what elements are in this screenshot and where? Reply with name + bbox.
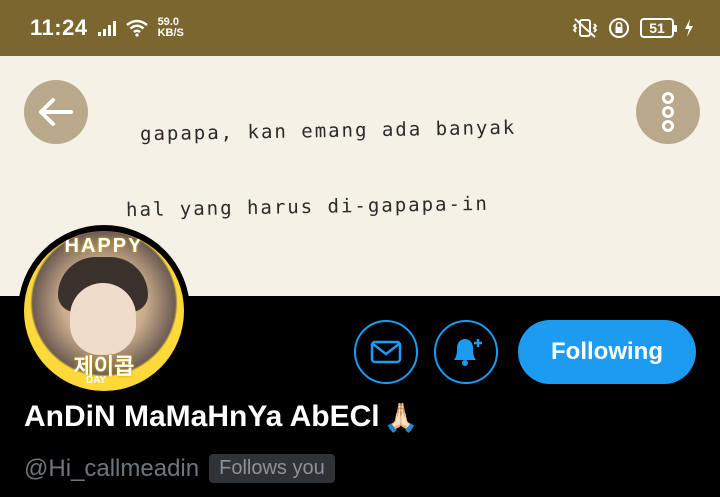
user-handle: @Hi_callmeadin xyxy=(24,454,200,482)
avatar[interactable]: HAPPY 제이콥 DAY xyxy=(18,225,190,397)
back-button[interactable] xyxy=(24,80,88,144)
banner-text-line2: hal yang harus di-gapapa-in xyxy=(125,192,490,222)
status-right: 51 xyxy=(572,17,694,39)
speed-unit: KB/S xyxy=(157,27,184,39)
avatar-day-text: DAY xyxy=(86,375,107,386)
network-speed: 59.0 KB/S xyxy=(158,17,184,39)
avatar-face xyxy=(70,283,136,355)
praying-hands-emoji: 🙏🏻 xyxy=(383,401,419,433)
avatar-happy-text: HAPPY xyxy=(64,235,144,257)
battery-level: 51 xyxy=(649,20,665,36)
follows-you-badge: Follows you xyxy=(209,454,335,483)
charging-icon xyxy=(685,19,693,37)
more-options-button[interactable] xyxy=(636,80,700,144)
banner-text-line1: gapapa, kan emang ada banyak xyxy=(139,116,517,146)
bell-plus-icon xyxy=(454,339,482,366)
clock: 11:24 xyxy=(30,15,88,40)
status-bar: 11:24 59.0 KB/S 51 xyxy=(0,0,720,56)
handle-row: @Hi_callmeadin Follows you xyxy=(24,454,335,483)
lock-rotation-icon xyxy=(609,18,629,38)
battery-icon: 51 xyxy=(640,18,677,38)
display-name-row: AnDiN MaMaHnYa AbECl 🙏🏻 xyxy=(24,400,418,434)
display-name: AnDiN MaMaHnYa AbECl xyxy=(24,400,380,433)
message-button[interactable] xyxy=(354,320,418,384)
signal-icon xyxy=(97,20,116,36)
more-vertical-icon xyxy=(662,92,674,132)
wifi-icon xyxy=(125,19,148,37)
avatar-image: HAPPY 제이콥 DAY xyxy=(24,231,184,391)
envelope-icon xyxy=(370,340,402,364)
following-button[interactable]: Following xyxy=(518,320,696,384)
arrow-left-icon xyxy=(39,98,73,126)
status-left: 11:24 59.0 KB/S xyxy=(30,15,184,41)
notifications-button[interactable] xyxy=(434,320,498,384)
vibrate-icon xyxy=(572,18,598,38)
